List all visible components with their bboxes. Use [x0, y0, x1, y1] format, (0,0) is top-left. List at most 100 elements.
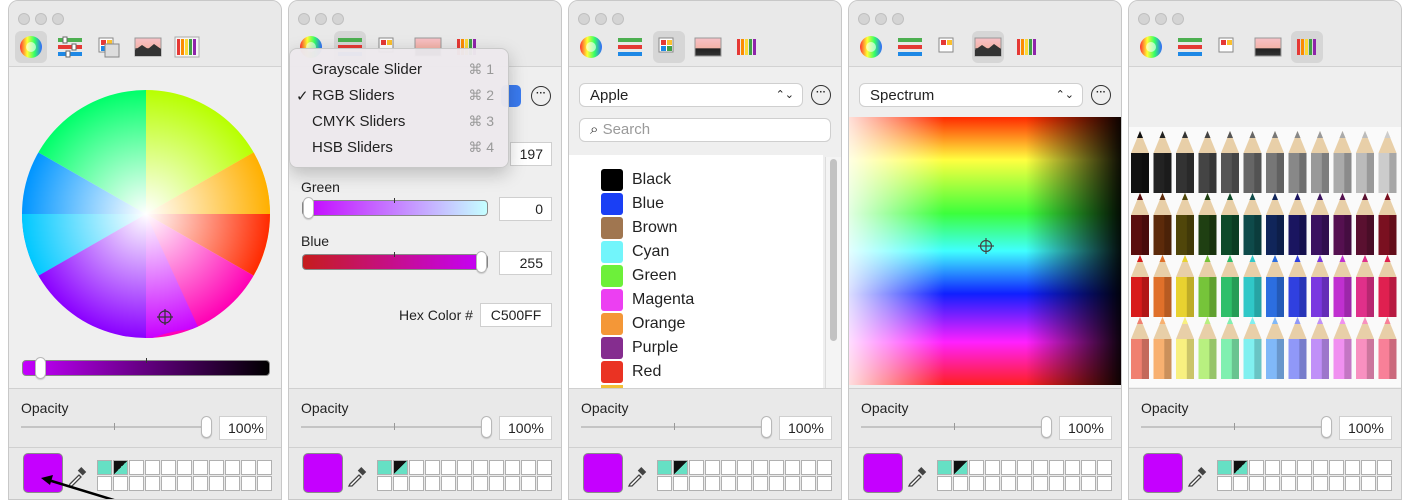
swatch-cell[interactable]	[457, 460, 472, 475]
swatch-cell[interactable]	[657, 476, 672, 491]
swatch-cell[interactable]	[1361, 476, 1376, 491]
minimize-button[interactable]	[315, 13, 327, 25]
swatch-cell[interactable]	[817, 460, 832, 475]
color-list-item[interactable]: Brown	[601, 217, 677, 239]
swatch-cell[interactable]	[473, 460, 488, 475]
swatch-cell[interactable]	[1249, 460, 1264, 475]
color-wheel-tab[interactable]	[1135, 31, 1167, 63]
swatch-cell[interactable]	[473, 476, 488, 491]
swatch-cell[interactable]	[1081, 460, 1096, 475]
pencil[interactable]	[1153, 193, 1172, 255]
swatch-cell[interactable]	[1377, 476, 1392, 491]
swatch-cell[interactable]	[689, 476, 704, 491]
swatch-cell[interactable]	[209, 476, 224, 491]
opacity-value[interactable]: 100%	[779, 416, 832, 440]
pencils-tab[interactable]	[731, 31, 763, 63]
pencil[interactable]	[1288, 255, 1307, 317]
close-button[interactable]	[298, 13, 310, 25]
pencil[interactable]	[1266, 193, 1284, 255]
swatch-cell[interactable]	[257, 476, 272, 491]
pencil[interactable]	[1356, 131, 1374, 193]
close-button[interactable]	[578, 13, 590, 25]
swatch-cell[interactable]	[1217, 476, 1232, 491]
current-color-swatch[interactable]	[1143, 453, 1183, 493]
swatch-cell[interactable]	[241, 460, 256, 475]
pencil[interactable]	[1221, 193, 1239, 255]
green-value[interactable]: 0	[499, 197, 552, 221]
swatch-cell[interactable]	[409, 476, 424, 491]
swatch-cell[interactable]	[129, 476, 144, 491]
swatch-cell[interactable]	[1297, 460, 1312, 475]
pencil[interactable]	[1311, 193, 1329, 255]
swatch-cell[interactable]	[673, 460, 688, 475]
swatch-cell[interactable]	[177, 460, 192, 475]
swatch-cell[interactable]	[705, 476, 720, 491]
color-list-item[interactable]: Orange	[601, 313, 685, 335]
swatch-cell[interactable]	[161, 460, 176, 475]
swatch-cell[interactable]	[985, 476, 1000, 491]
swatch-cell[interactable]	[1313, 476, 1328, 491]
swatch-cell[interactable]	[505, 476, 520, 491]
pencil[interactable]	[1378, 317, 1397, 379]
swatch-cell[interactable]	[1033, 460, 1048, 475]
pencil[interactable]	[1333, 193, 1352, 255]
pencil[interactable]	[1131, 193, 1149, 255]
swatch-cell[interactable]	[441, 460, 456, 475]
pencils-tab[interactable]	[1011, 31, 1043, 63]
spectrum-image[interactable]	[849, 117, 1121, 385]
close-button[interactable]	[858, 13, 870, 25]
swatch-cell[interactable]	[145, 460, 160, 475]
swatch-cell[interactable]	[1329, 476, 1344, 491]
pencil[interactable]	[1198, 193, 1217, 255]
color-wheel-tab[interactable]	[15, 31, 47, 63]
pencil[interactable]	[1198, 131, 1217, 193]
swatch-cell[interactable]	[1097, 460, 1112, 475]
pencil[interactable]	[1243, 317, 1262, 379]
swatch-cell[interactable]	[1049, 476, 1064, 491]
pencil[interactable]	[1198, 255, 1217, 317]
pencil[interactable]	[1176, 131, 1194, 193]
swatch-cell[interactable]	[1265, 476, 1280, 491]
blue-value[interactable]: 255	[499, 251, 552, 275]
opacity-slider[interactable]	[301, 416, 492, 438]
swatch-cell[interactable]	[1265, 460, 1280, 475]
swatch-cell[interactable]	[193, 460, 208, 475]
swatch-cell[interactable]	[377, 460, 392, 475]
pencil[interactable]	[1378, 193, 1397, 255]
color-list-item[interactable]: Magenta	[601, 289, 694, 311]
swatch-cell[interactable]	[689, 460, 704, 475]
pencil[interactable]	[1131, 255, 1149, 317]
swatch-cell[interactable]	[1329, 460, 1344, 475]
minimize-button[interactable]	[35, 13, 47, 25]
swatch-cell[interactable]	[409, 460, 424, 475]
swatch-cell[interactable]	[1377, 460, 1392, 475]
pencil[interactable]	[1333, 255, 1352, 317]
swatch-cell[interactable]	[1313, 460, 1328, 475]
blue-slider[interactable]	[302, 251, 488, 273]
swatch-cell[interactable]	[737, 460, 752, 475]
swatch-cell[interactable]	[769, 460, 784, 475]
swatch-cell[interactable]	[1081, 476, 1096, 491]
swatch-cell[interactable]	[257, 460, 272, 475]
swatch-cell[interactable]	[1217, 460, 1232, 475]
pencil[interactable]	[1356, 317, 1374, 379]
swatch-cell[interactable]	[209, 460, 224, 475]
pencil[interactable]	[1311, 131, 1329, 193]
pencil[interactable]	[1333, 317, 1352, 379]
swatch-cell[interactable]	[225, 460, 240, 475]
swatch-cell[interactable]	[1017, 460, 1032, 475]
pencil[interactable]	[1288, 131, 1307, 193]
color-list-item[interactable]: Red	[601, 361, 661, 383]
hex-value[interactable]: C500FF	[480, 303, 552, 327]
swatch-cell[interactable]	[537, 476, 552, 491]
pencil[interactable]	[1176, 193, 1194, 255]
swatch-cell[interactable]	[1017, 476, 1032, 491]
current-color-swatch[interactable]	[303, 453, 343, 493]
pencil[interactable]	[1333, 131, 1352, 193]
current-color-swatch[interactable]	[863, 453, 903, 493]
color-sliders-tab[interactable]	[54, 31, 86, 63]
swatch-cell[interactable]	[193, 476, 208, 491]
menu-item[interactable]: CMYK Sliders ⌘ 3	[290, 109, 508, 135]
swatch-cell[interactable]	[737, 476, 752, 491]
swatch-cell[interactable]	[377, 476, 392, 491]
